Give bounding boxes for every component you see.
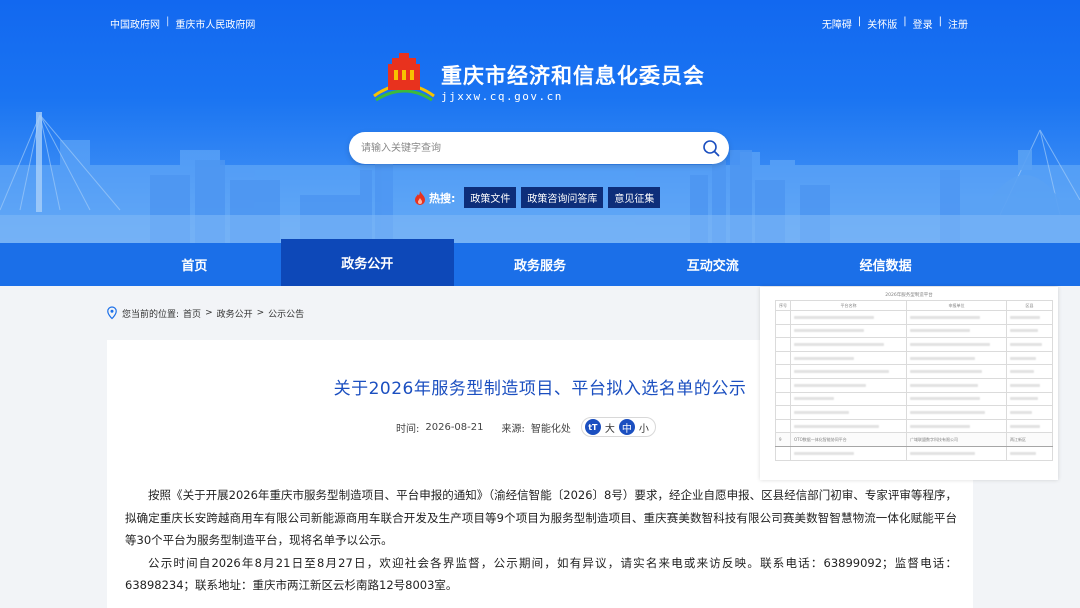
doc-col-header: 区县	[1006, 300, 1053, 311]
doc-col-header: 申报单位	[906, 300, 1007, 311]
breadcrumb-home[interactable]: 首页	[183, 307, 201, 320]
site-title[interactable]: 重庆市经济和信息化委员会	[441, 60, 705, 90]
article-paragraph: 按照《关于开展2026年重庆市服务型制造项目、平台申报的通知》（渝经信智能〔20…	[125, 488, 957, 547]
table-row	[775, 310, 1053, 325]
breadcrumb-gov-affairs[interactable]: 政务公开	[217, 307, 253, 320]
search-icon[interactable]	[701, 138, 721, 158]
hot-tag-policy-files[interactable]: 政策文件	[464, 187, 517, 208]
top-links-left: 中国政府网 | 重庆市人民政府网	[110, 16, 255, 31]
article-paragraph: 公示时间自2026年8月21日至8月27日，欢迎社会各界监督，公示期间，如有异议…	[125, 555, 957, 593]
hot-tag-policy-qa[interactable]: 政策咨询问答库	[521, 187, 604, 208]
nav-gov-affairs[interactable]: 政务公开	[280, 239, 454, 286]
table-row	[775, 337, 1053, 352]
link-register[interactable]: 注册	[948, 16, 968, 31]
table-row	[775, 418, 1053, 434]
main-nav: 首页 政务公开 政务服务 互动交流 经信数据	[0, 239, 1080, 286]
separator: |	[166, 16, 170, 27]
nav-economic-data[interactable]: 经信数据	[799, 243, 972, 286]
document-preview[interactable]: 2026年服务型制造平台 序号 平台名称 申报单位 区县 9 OTO数据一体化智…	[760, 287, 1058, 480]
doc-cell: OTO数据一体化智能协同平台	[790, 432, 907, 447]
publish-time: 2026-08-21	[425, 421, 484, 433]
hot-tag-opinion[interactable]: 意见征集	[608, 187, 661, 208]
breadcrumb-sep: >	[256, 308, 265, 318]
hot-search-text: 热搜:	[429, 191, 456, 205]
time-label: 时间:	[396, 423, 420, 435]
breadcrumb-prefix: 您当前的位置:	[122, 309, 180, 320]
font-size-small[interactable]: 小	[639, 420, 649, 435]
link-accessibility[interactable]: 无障碍	[822, 16, 852, 31]
breadcrumb: 您当前的位置: 首页 > 政务公开 > 公示公告	[106, 306, 304, 320]
doc-cell: 两江新区	[1006, 432, 1053, 447]
link-login[interactable]: 登录	[913, 16, 933, 31]
search-box	[349, 132, 729, 164]
doc-cell: 9	[775, 432, 791, 447]
table-row	[775, 405, 1053, 420]
breadcrumb-sep: >	[205, 308, 213, 318]
table-row	[775, 391, 1053, 407]
nav-interaction[interactable]: 互动交流	[626, 243, 799, 286]
location-pin-icon	[107, 306, 117, 320]
nav-gov-services[interactable]: 政务服务	[454, 243, 627, 286]
font-size-switcher: tT 大 中 小	[580, 417, 656, 437]
fire-icon	[415, 190, 425, 205]
link-gov-cn[interactable]: 中国政府网	[110, 16, 160, 31]
doc-col-header: 平台名称	[790, 300, 907, 311]
source-label: 来源:	[501, 423, 525, 435]
table-row-highlighted: 9 OTO数据一体化智能协同平台 广域联盟数字科技有限公司 两江新区	[775, 432, 1053, 447]
search-input[interactable]	[361, 132, 681, 164]
hot-search-bar: 热搜: 政策文件 政策咨询问答库 意见征集	[414, 187, 661, 208]
hot-search-label: 热搜:	[414, 190, 455, 206]
article-meta: 时间: 2026-08-21 来源: 智能化处 tT 大 中 小	[396, 417, 656, 437]
separator: |	[938, 16, 942, 27]
breadcrumb-notices[interactable]: 公示公告	[268, 307, 304, 320]
link-care-mode[interactable]: 关怀版	[867, 16, 897, 31]
font-size-icon: tT	[584, 419, 601, 435]
site-domain: jjxxw.cq.gov.cn	[441, 90, 563, 103]
nav-home[interactable]: 首页	[108, 243, 281, 286]
top-links-right: 无障碍 | 关怀版 | 登录 | 注册	[822, 16, 968, 31]
article-body: 按照《关于开展2026年重庆市服务型制造项目、平台申报的通知》（渝经信智能〔20…	[125, 484, 957, 597]
link-cq-gov[interactable]: 重庆市人民政府网	[175, 16, 255, 31]
table-row	[775, 377, 1053, 393]
site-logo-icon[interactable]	[372, 52, 436, 102]
separator: |	[903, 16, 907, 27]
doc-col-header: 序号	[775, 300, 791, 311]
table-row	[775, 364, 1053, 379]
font-size-medium[interactable]: 中	[618, 419, 635, 435]
doc-title: 2026年服务型制造平台	[885, 293, 933, 298]
separator: |	[857, 16, 862, 27]
font-size-large[interactable]: 大	[605, 420, 615, 435]
doc-table: 序号 平台名称 申报单位 区县 9 OTO数据一体化智能协同平台 广域联盟数字科…	[775, 300, 1053, 461]
table-row	[775, 445, 1053, 461]
doc-cell: 广域联盟数字科技有限公司	[906, 432, 1007, 447]
table-row	[775, 350, 1053, 366]
article-source: 智能化处	[530, 423, 571, 435]
site-header: 中国政府网 | 重庆市人民政府网 无障碍 | 关怀版 | 登录 | 注册 重庆市…	[0, 0, 1080, 243]
table-row	[775, 323, 1053, 339]
